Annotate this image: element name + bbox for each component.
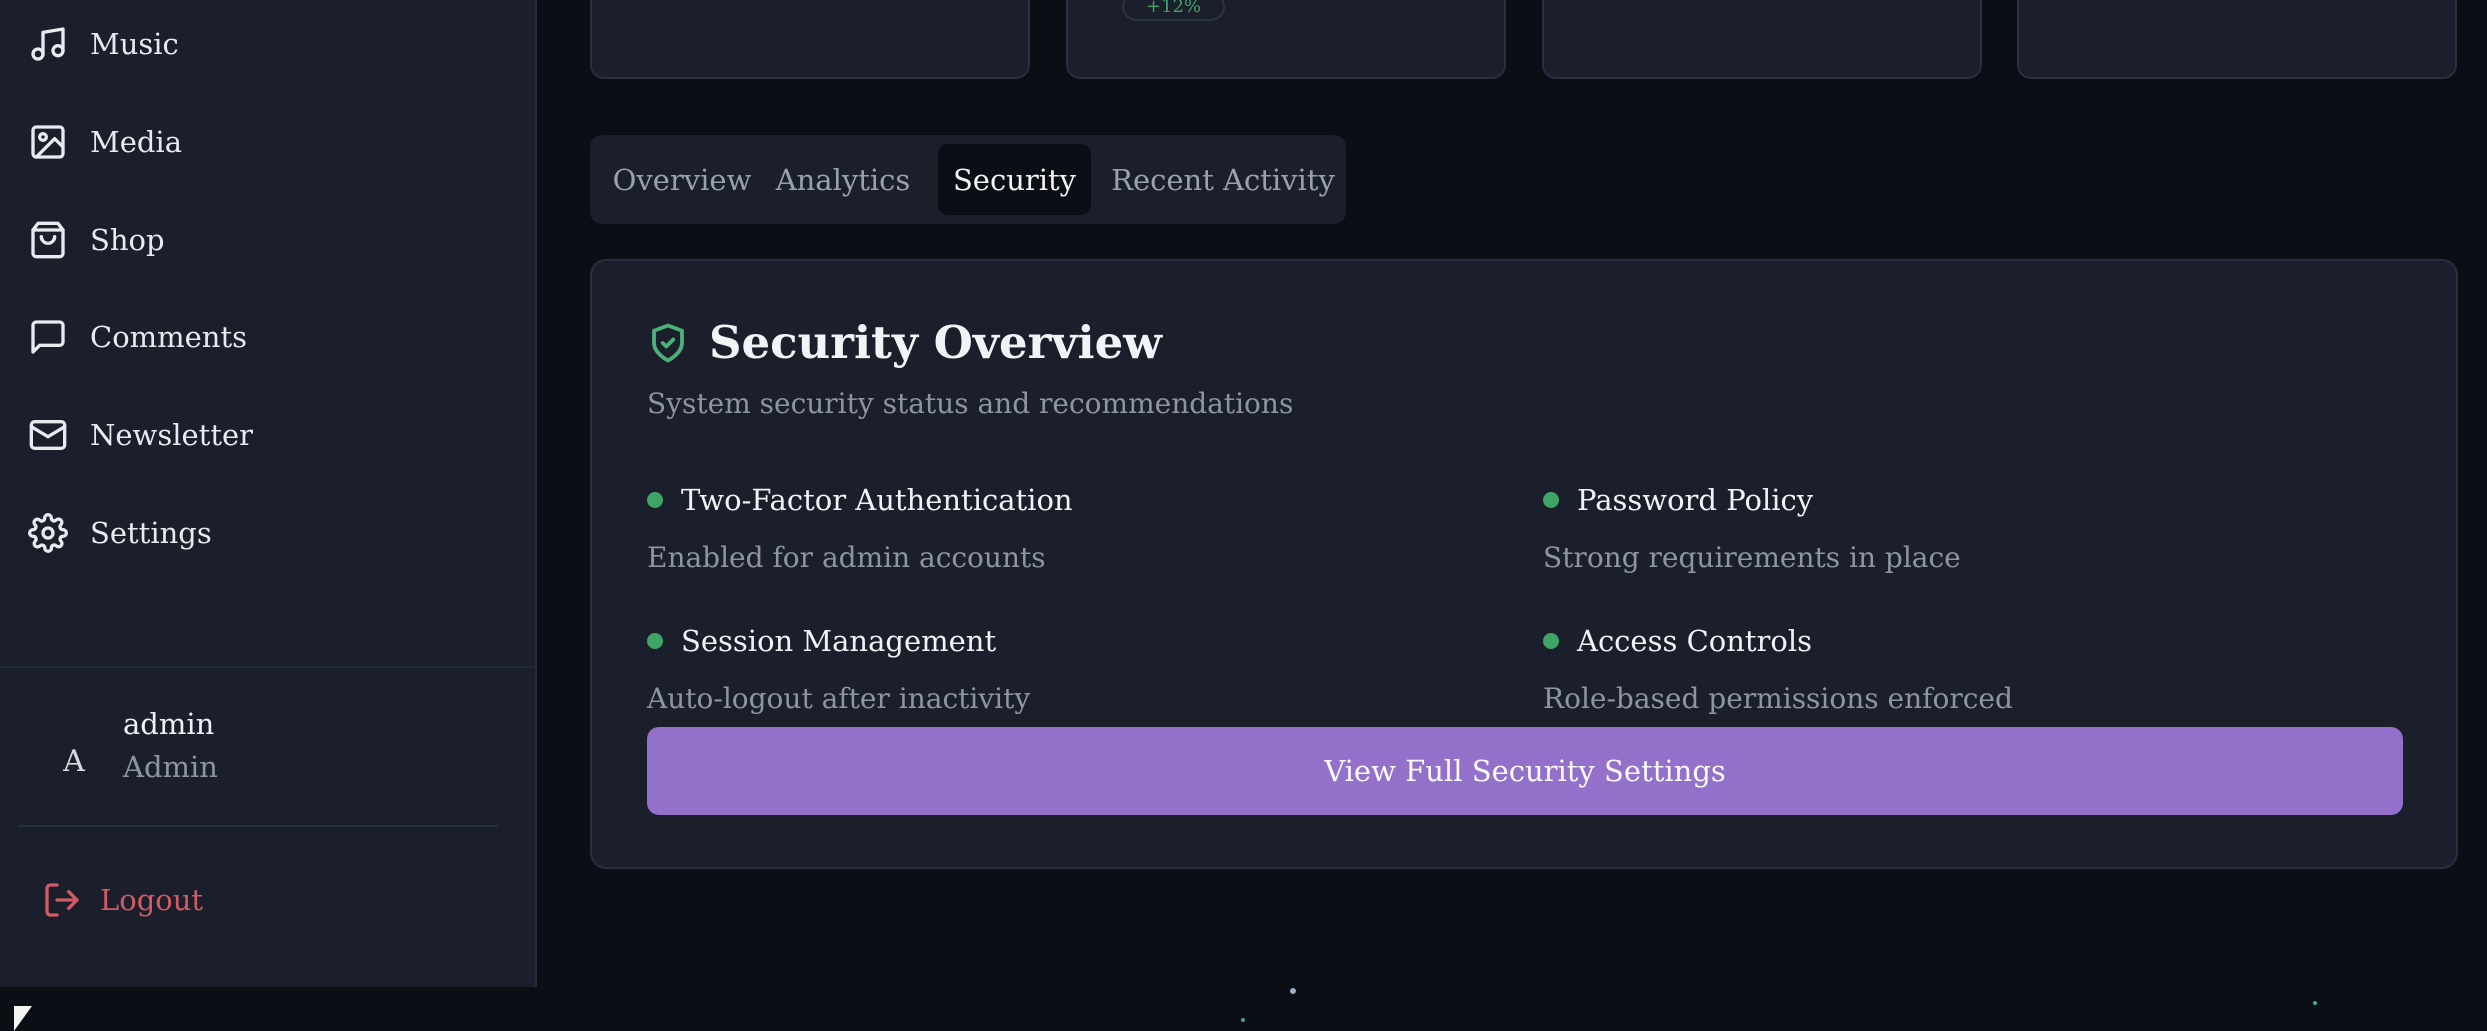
tab-analytics[interactable]: Analytics (766, 144, 920, 215)
card-title: Security Overview (709, 316, 1162, 369)
status-dot (1543, 633, 1559, 649)
stat-card (590, 0, 1030, 79)
tab-overview[interactable]: Overview (608, 144, 756, 215)
view-security-settings-button[interactable]: View Full Security Settings (647, 727, 2403, 815)
stat-card (2017, 0, 2457, 79)
sparkle (1241, 1018, 1245, 1022)
feature-description: Enabled for admin accounts (647, 541, 1046, 574)
feature-description: Role-based permissions enforced (1543, 682, 2013, 715)
avatar: A (63, 743, 85, 779)
sidebar-item-label: Music (90, 27, 179, 61)
card-header: Security Overview (647, 316, 1162, 369)
sidebar-item-newsletter[interactable]: Newsletter (28, 405, 253, 465)
sidebar-item-settings[interactable]: Settings (28, 503, 212, 563)
sidebar: Music Media Shop Comments Newsletter Set… (0, 0, 537, 987)
security-feature: Session Management Auto-logout after ina… (647, 624, 1030, 715)
logout-label: Logout (100, 883, 204, 917)
feature-description: Auto-logout after inactivity (647, 682, 1031, 715)
sidebar-item-label: Settings (90, 516, 212, 550)
security-feature: Two-Factor Authentication Enabled for ad… (647, 483, 1073, 574)
sidebar-item-label: Comments (90, 320, 248, 354)
sidebar-item-media[interactable]: Media (28, 112, 182, 172)
feature-name: Session Management (681, 624, 997, 658)
mouse-cursor (14, 1006, 32, 1031)
sidebar-item-label: Newsletter (90, 418, 254, 452)
user-role: Admin (123, 750, 218, 784)
feature-name: Two-Factor Authentication (681, 483, 1073, 517)
sidebar-item-comments[interactable]: Comments (28, 307, 247, 367)
feature-name: Password Policy (1577, 483, 1814, 517)
stat-card: +12% (1066, 0, 1506, 79)
sidebar-item-music[interactable]: Music (28, 14, 179, 74)
security-feature: Access Controls Role-based permissions e… (1543, 624, 2013, 715)
feature-description: Strong requirements in place (1543, 541, 1961, 574)
user-profile[interactable]: A admin Admin (18, 690, 498, 820)
feature-name: Access Controls (1577, 624, 1813, 658)
music-icon (31, 27, 65, 61)
change-badge: +12% (1122, 0, 1226, 21)
image-icon (31, 125, 65, 159)
security-feature: Password Policy Strong requirements in p… (1543, 483, 1961, 574)
logout-button[interactable]: Logout (42, 880, 203, 920)
sidebar-divider (0, 666, 535, 668)
tab-bar: Overview Analytics Security Recent Activ… (590, 135, 1346, 224)
sidebar-divider (18, 825, 498, 827)
sidebar-item-label: Media (90, 125, 182, 159)
mail-icon (29, 420, 67, 450)
gear-icon (28, 513, 68, 553)
sparkle (2313, 1001, 2317, 1005)
user-name: admin (123, 707, 215, 741)
stat-card (1542, 0, 1982, 79)
tab-recent-activity[interactable]: Recent Activity (1110, 144, 1336, 215)
card-subtitle: System security status and recommendatio… (647, 387, 1294, 420)
sidebar-item-label: Shop (90, 223, 165, 257)
logout-icon (45, 883, 79, 917)
status-dot (1543, 492, 1559, 508)
message-square-icon (31, 320, 65, 354)
sidebar-item-shop[interactable]: Shop (28, 210, 165, 270)
status-dot (647, 633, 663, 649)
shopping-bag-icon (31, 221, 65, 259)
security-overview-card: Security Overview System security status… (590, 259, 2458, 869)
status-dot (647, 492, 663, 508)
tab-security[interactable]: Security (938, 144, 1091, 215)
shield-check-icon (652, 323, 684, 362)
sparkle (1290, 988, 1296, 994)
